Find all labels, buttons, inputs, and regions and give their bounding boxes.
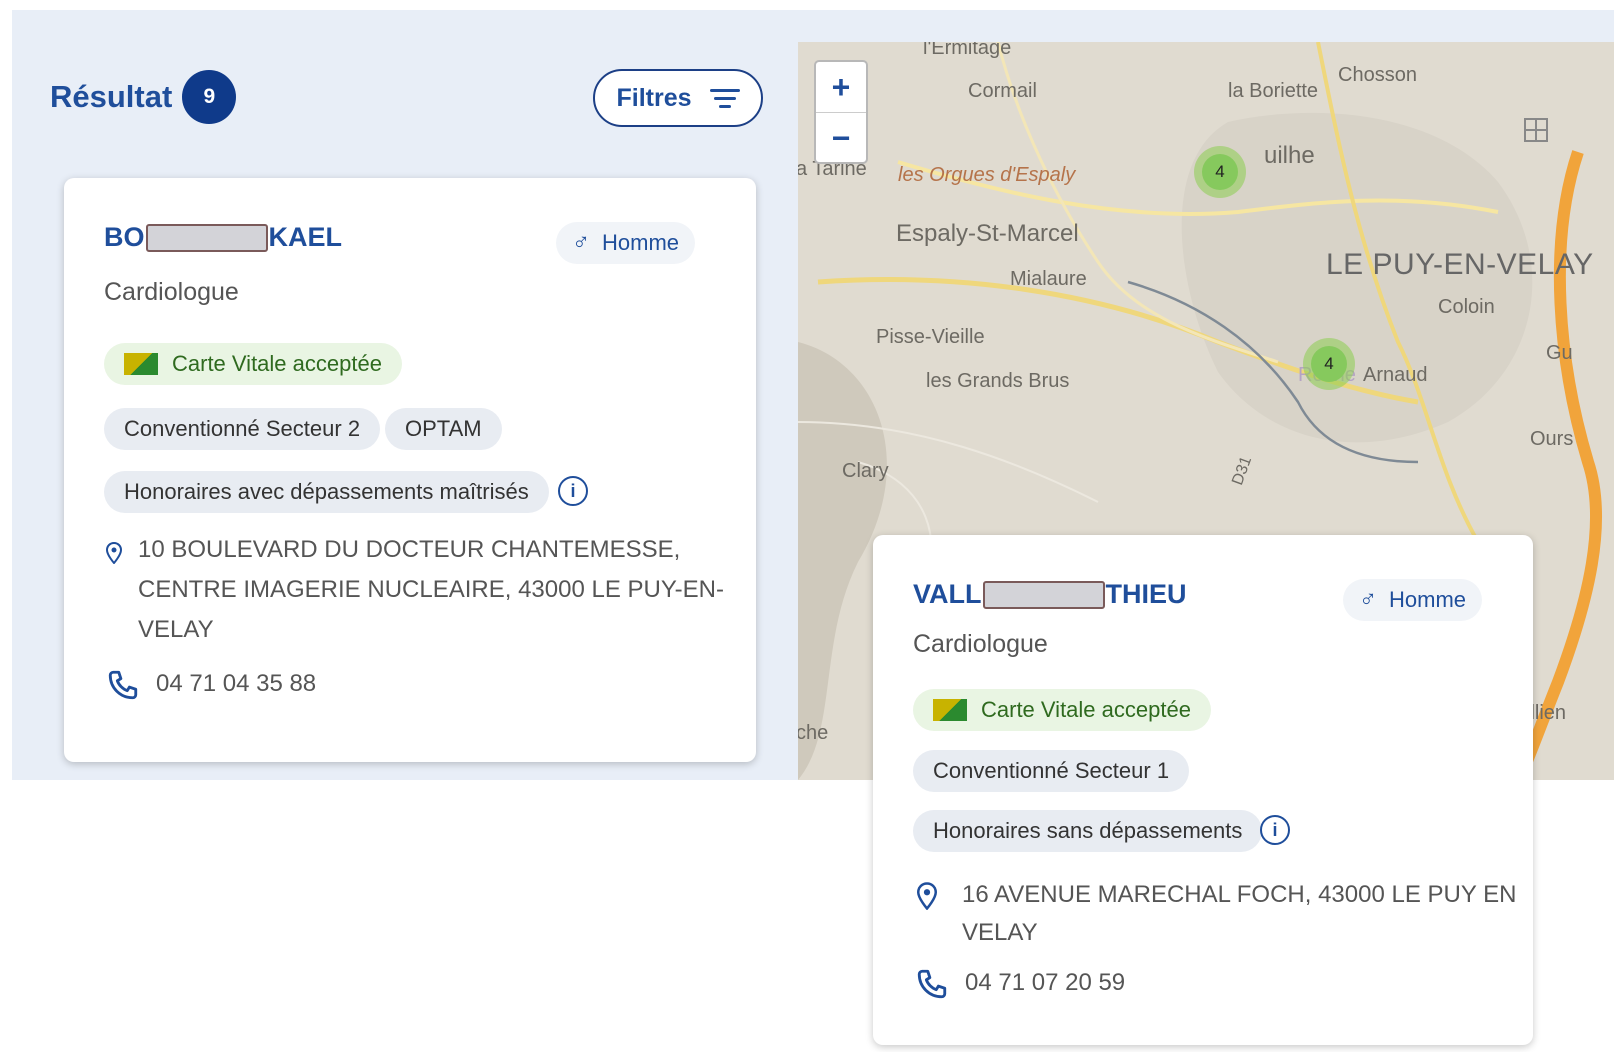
filters-button[interactable]: Filtres xyxy=(593,69,763,127)
fees-tag: Honoraires avec dépassements maîtrisés xyxy=(104,471,549,513)
doctor-specialty: Cardiologue xyxy=(913,630,1048,658)
map-label-che: che xyxy=(798,722,829,744)
male-icon: ♂ xyxy=(572,229,590,256)
doctor-specialty: Cardiologue xyxy=(104,278,239,306)
doctor-address: 10 BOULEVARD DU DOCTEUR CHANTEMESSE, CEN… xyxy=(138,530,724,650)
doctor-name-start: BO xyxy=(104,222,145,252)
filters-label: Filtres xyxy=(616,83,692,112)
doctor-name[interactable]: VALL THIEU xyxy=(913,579,1187,610)
address-line: 10 BOULEVARD DU DOCTEUR CHANTEMESSE, xyxy=(138,536,681,563)
carte-vitale-icon xyxy=(124,353,158,375)
address-line: 16 AVENUE MARECHAL FOCH, 43000 LE PUY EN xyxy=(962,881,1517,908)
carte-vitale-tag: Carte Vitale acceptée xyxy=(104,343,402,385)
results-title: Résultat xyxy=(50,79,173,114)
address-line: VELAY xyxy=(962,919,1038,946)
map-cluster-marker[interactable]: 4 xyxy=(1194,146,1246,198)
map-label-mialaure: Mialaure xyxy=(1010,268,1087,290)
redacted-block xyxy=(145,223,268,252)
gender-label: Homme xyxy=(602,230,680,255)
location-pin-icon xyxy=(916,882,938,916)
address-line: VELAY xyxy=(138,616,214,643)
doctor-address: 16 AVENUE MARECHAL FOCH, 43000 LE PUY EN… xyxy=(962,876,1516,952)
optam-tag: OPTAM xyxy=(385,408,502,450)
doctor-name[interactable]: BO KAEL xyxy=(104,222,342,253)
filter-icon xyxy=(709,88,740,108)
carte-vitale-label: Carte Vitale acceptée xyxy=(981,697,1191,722)
gender-label: Homme xyxy=(1389,587,1467,612)
cluster-count: 4 xyxy=(1202,154,1238,190)
info-icon[interactable]: i xyxy=(558,476,588,506)
zoom-control: + − xyxy=(814,60,868,164)
carte-vitale-tag: Carte Vitale acceptée xyxy=(913,689,1211,731)
map-label-lepuy: LE PUY-EN-VELAY xyxy=(1326,248,1594,281)
map-layers-icon[interactable] xyxy=(1524,118,1548,142)
doctor-name-end: KAEL xyxy=(268,222,343,252)
map-label-boriette: la Boriette xyxy=(1228,80,1319,102)
map-label-chosson: Chosson xyxy=(1338,64,1417,86)
carte-vitale-icon xyxy=(933,699,967,721)
doctor-phone[interactable]: 04 71 07 20 59 xyxy=(965,969,1125,997)
results-header: Résultat 9 xyxy=(50,70,237,124)
doctor-phone[interactable]: 04 71 04 35 88 xyxy=(156,670,316,698)
sector-tag: Conventionné Secteur 2 xyxy=(104,408,381,450)
fees-tag: Honoraires sans dépassements xyxy=(913,810,1263,852)
doctor-card[interactable]: VALL THIEU ♂ Homme Cardiologue Carte Vita… xyxy=(873,535,1533,1045)
results-count-badge: 9 xyxy=(182,70,237,124)
redacted-block xyxy=(982,580,1105,609)
sector-tag: Conventionné Secteur 1 xyxy=(913,750,1190,792)
doctor-name-end: THIEU xyxy=(1105,579,1187,609)
phone-icon xyxy=(106,668,140,707)
map-label-gu: Gu xyxy=(1546,342,1573,364)
carte-vitale-label: Carte Vitale acceptée xyxy=(172,351,382,376)
map-label-orgues: les Orgues d'Espaly xyxy=(898,164,1076,186)
zoom-out-button[interactable]: − xyxy=(816,113,866,163)
map-label-cormail: Cormail xyxy=(968,80,1037,102)
phone-icon xyxy=(915,967,949,1006)
map-label-coloin: Coloin xyxy=(1438,296,1495,318)
info-icon[interactable]: i xyxy=(1260,815,1290,845)
map-label-espaly: Espaly-St-Marcel xyxy=(896,220,1079,247)
map-label-clary: Clary xyxy=(842,460,889,482)
zoom-in-button[interactable]: + xyxy=(816,62,866,113)
map-label-ours: Ours xyxy=(1530,428,1574,450)
map-cluster-marker[interactable]: 4 xyxy=(1303,338,1355,390)
location-pin-icon xyxy=(105,541,123,570)
doctor-name-start: VALL xyxy=(913,579,982,609)
map-label-grands-brus: les Grands Brus xyxy=(926,370,1070,392)
map-label-arnaud: Arnaud xyxy=(1363,364,1428,386)
gender-badge: ♂ Homme xyxy=(556,222,696,264)
map-label-ermitage: l'Ermitage xyxy=(923,42,1012,59)
address-line: CENTRE IMAGERIE NUCLEAIRE, 43000 LE PUY-… xyxy=(138,576,724,603)
male-icon: ♂ xyxy=(1359,586,1377,613)
doctor-card[interactable]: BO KAEL ♂ Homme Cardiologue Carte Vitale … xyxy=(64,178,756,762)
gender-badge: ♂ Homme xyxy=(1343,579,1483,621)
map-label-pisse: Pisse-Vieille xyxy=(876,326,985,348)
cluster-count: 4 xyxy=(1311,346,1347,382)
map-label-aiguilhe: uilhe xyxy=(1264,142,1315,169)
